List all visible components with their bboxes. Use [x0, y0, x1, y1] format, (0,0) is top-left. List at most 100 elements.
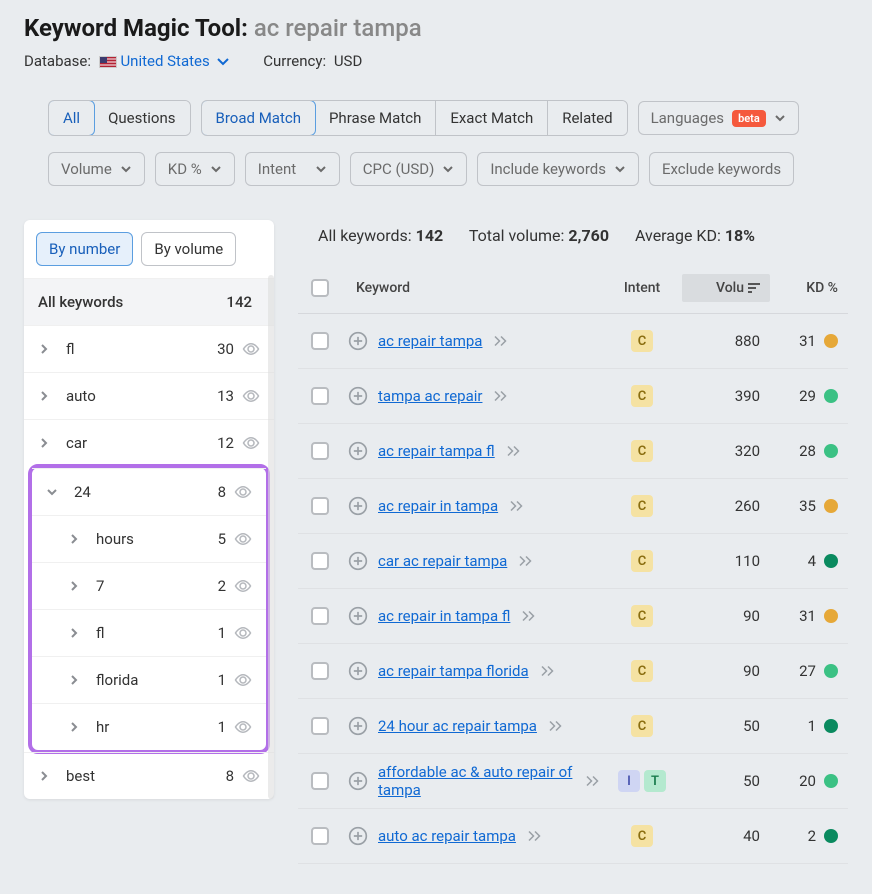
keyword-link[interactable]: ac repair in tampa fl: [378, 607, 510, 625]
open-serp-icon[interactable]: [547, 719, 565, 733]
sidebar-item-all[interactable]: All keywords 142: [24, 278, 274, 325]
open-serp-icon[interactable]: [492, 389, 510, 403]
add-keyword-icon[interactable]: [348, 771, 368, 791]
row-checkbox[interactable]: [311, 387, 329, 405]
open-serp-icon[interactable]: [517, 554, 535, 568]
row-checkbox[interactable]: [311, 772, 329, 790]
row-checkbox[interactable]: [311, 332, 329, 350]
keyword-link[interactable]: affordable ac & auto repair of tampa: [378, 763, 574, 799]
cpc-filter[interactable]: CPC (USD): [350, 152, 468, 186]
add-keyword-icon[interactable]: [348, 331, 368, 351]
tab-questions[interactable]: Questions: [94, 101, 189, 135]
add-keyword-icon[interactable]: [348, 661, 368, 681]
tab-phrase-match[interactable]: Phrase Match: [315, 101, 436, 135]
sidebar-scrollbar[interactable]: [268, 275, 274, 799]
keyword-link[interactable]: ac repair tampa: [378, 332, 482, 350]
row-checkbox[interactable]: [311, 442, 329, 460]
chevron-right-icon: [38, 770, 52, 782]
tab-exact-match[interactable]: Exact Match: [436, 101, 548, 135]
tab-by-number[interactable]: By number: [36, 232, 133, 266]
tab-broad-match[interactable]: Broad Match: [201, 100, 316, 136]
chevron-down-icon: [774, 112, 786, 124]
volume-filter[interactable]: Volume: [48, 152, 145, 186]
keyword-link[interactable]: 24 hour ac repair tampa: [378, 717, 537, 735]
sidebar-item-expanded[interactable]: 24 8: [32, 468, 266, 515]
keyword-link[interactable]: ac repair tampa florida: [378, 662, 529, 680]
kd-value: 20: [799, 772, 816, 790]
kd-difficulty-dot: [824, 444, 838, 458]
kd-value: 4: [808, 552, 816, 570]
sidebar-item[interactable]: fl 1: [32, 609, 266, 656]
kd-difficulty-dot: [824, 499, 838, 513]
volume-value: 50: [682, 772, 770, 790]
add-keyword-icon[interactable]: [348, 386, 368, 406]
sidebar-item[interactable]: best 8: [24, 752, 274, 799]
database-selector[interactable]: United States: [120, 52, 233, 70]
column-intent[interactable]: Intent: [602, 274, 682, 302]
open-serp-icon[interactable]: [520, 609, 538, 623]
kd-difficulty-dot: [824, 664, 838, 678]
keyword-link[interactable]: ac repair tampa fl: [378, 442, 495, 460]
eye-icon[interactable]: [234, 532, 252, 546]
volume-value: 320: [682, 442, 770, 460]
sidebar-item[interactable]: car 12: [24, 419, 274, 466]
open-serp-icon[interactable]: [508, 499, 526, 513]
eye-icon[interactable]: [242, 342, 260, 356]
eye-icon[interactable]: [234, 720, 252, 734]
table-row: ac repair tampa florida C 90 27: [298, 644, 848, 699]
add-keyword-icon[interactable]: [348, 606, 368, 626]
add-keyword-icon[interactable]: [348, 716, 368, 736]
row-checkbox[interactable]: [311, 552, 329, 570]
keyword-link[interactable]: car ac repair tampa: [378, 552, 507, 570]
sidebar-item[interactable]: hours 5: [32, 515, 266, 562]
add-keyword-icon[interactable]: [348, 441, 368, 461]
eye-icon[interactable]: [242, 436, 260, 450]
us-flag-icon: [99, 56, 117, 68]
tab-all[interactable]: All: [48, 100, 95, 136]
intent-filter[interactable]: Intent: [245, 152, 340, 186]
row-checkbox[interactable]: [311, 497, 329, 515]
row-checkbox[interactable]: [311, 717, 329, 735]
tab-by-volume[interactable]: By volume: [141, 232, 236, 266]
kd-filter[interactable]: KD %: [155, 152, 235, 186]
column-volume[interactable]: Volu: [682, 274, 770, 302]
sidebar-item[interactable]: florida 1: [32, 656, 266, 703]
eye-icon[interactable]: [242, 769, 260, 783]
add-keyword-icon[interactable]: [348, 496, 368, 516]
row-checkbox[interactable]: [311, 662, 329, 680]
volume-value: 110: [682, 552, 770, 570]
sidebar-item[interactable]: hr 1: [32, 703, 266, 750]
languages-dropdown[interactable]: Languages beta: [638, 101, 799, 135]
row-checkbox[interactable]: [311, 827, 329, 845]
eye-icon[interactable]: [234, 579, 252, 593]
open-serp-icon[interactable]: [539, 664, 557, 678]
open-serp-icon[interactable]: [584, 774, 602, 788]
eye-icon[interactable]: [234, 673, 252, 687]
eye-icon[interactable]: [234, 485, 252, 499]
include-keywords-filter[interactable]: Include keywords: [477, 152, 639, 186]
add-keyword-icon[interactable]: [348, 551, 368, 571]
table-row: ac repair tampa C 880 31: [298, 314, 848, 369]
exclude-keywords-filter[interactable]: Exclude keywords: [649, 152, 794, 186]
sidebar-item[interactable]: auto 13: [24, 372, 274, 419]
keyword-link[interactable]: ac repair in tampa: [378, 497, 498, 515]
eye-icon[interactable]: [242, 389, 260, 403]
tab-related[interactable]: Related: [548, 101, 626, 135]
tool-name: Keyword Magic Tool:: [24, 14, 248, 42]
column-kd[interactable]: KD %: [770, 274, 848, 302]
eye-icon[interactable]: [234, 626, 252, 640]
row-checkbox[interactable]: [311, 607, 329, 625]
sidebar-item[interactable]: 7 2: [32, 562, 266, 609]
column-keyword[interactable]: Keyword: [342, 274, 602, 302]
keyword-link[interactable]: auto ac repair tampa: [378, 827, 516, 845]
open-serp-icon[interactable]: [505, 444, 523, 458]
sidebar-item[interactable]: fl 30: [24, 325, 274, 372]
add-keyword-icon[interactable]: [348, 826, 368, 846]
chevron-right-icon: [38, 390, 52, 402]
intent-badge: C: [631, 660, 653, 682]
select-all-checkbox[interactable]: [311, 279, 329, 297]
intent-badge: C: [631, 605, 653, 627]
open-serp-icon[interactable]: [492, 334, 510, 348]
open-serp-icon[interactable]: [526, 829, 544, 843]
keyword-link[interactable]: tampa ac repair: [378, 387, 482, 405]
